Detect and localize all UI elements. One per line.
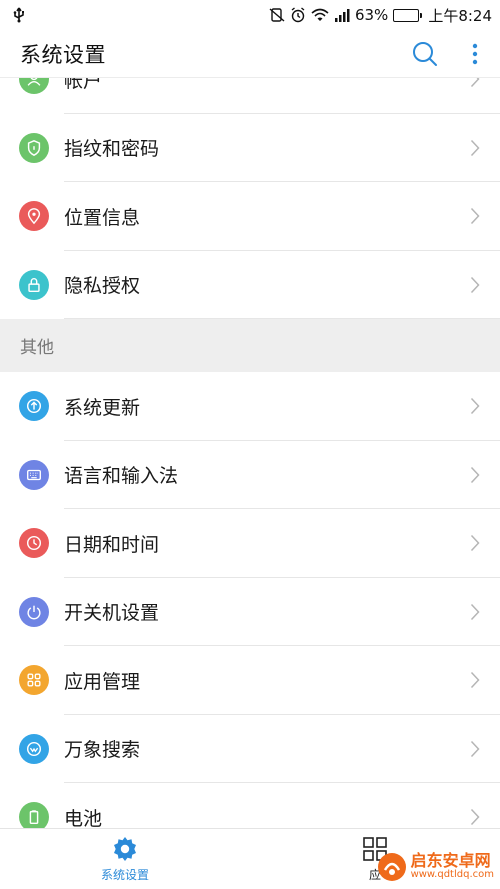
- chevron-right-icon: [470, 139, 480, 156]
- tab-system-settings[interactable]: 系统设置: [0, 829, 250, 889]
- chevron-right-icon: [470, 603, 480, 620]
- wifi-icon: [311, 8, 329, 22]
- clock-icon: [19, 528, 49, 559]
- chevron-right-icon: [470, 276, 480, 293]
- power-icon: [19, 596, 49, 627]
- settings-item-label: 日期和时间: [64, 533, 160, 556]
- settings-item-shield[interactable]: 指纹和密码: [0, 113, 500, 182]
- settings-item-clock[interactable]: 日期和时间: [0, 509, 500, 578]
- settings-item-label: 应用管理: [64, 670, 141, 693]
- watermark: 启东安卓网 www.qdtldq.com: [377, 852, 494, 882]
- settings-item-label: 指纹和密码: [64, 138, 160, 161]
- settings-item-label: 开关机设置: [64, 602, 160, 625]
- settings-item-search[interactable]: 万象搜索: [0, 714, 500, 783]
- settings-item-apps[interactable]: 应用管理: [0, 646, 500, 715]
- settings-item-power[interactable]: 开关机设置: [0, 577, 500, 646]
- settings-item-label: 位置信息: [64, 206, 141, 229]
- watermark-logo-icon: [377, 853, 406, 881]
- settings-item-battery[interactable]: 电池: [0, 783, 500, 828]
- keyboard-icon: [19, 459, 49, 490]
- tab-label: 系统设置: [100, 867, 149, 882]
- more-options-button[interactable]: [450, 30, 500, 78]
- search-icon: [413, 41, 437, 66]
- app-bar: 系统设置: [0, 30, 500, 78]
- battery-percent: 63%: [354, 6, 389, 24]
- settings-item-label: 隐私授权: [64, 275, 141, 298]
- search-button[interactable]: [400, 30, 450, 78]
- settings-list: 帐户指纹和密码位置信息隐私授权其他系统更新语言和输入法 日期和时间开关机设置应用管…: [0, 78, 500, 828]
- watermark-url: www.qdtldq.com: [410, 869, 494, 881]
- chevron-right-icon: [470, 466, 480, 483]
- alarm-icon: [290, 7, 306, 23]
- location-icon: [19, 201, 49, 232]
- chevron-right-icon: [470, 535, 480, 552]
- settings-item-label: 电池: [64, 807, 103, 828]
- chevron-right-icon: [470, 809, 480, 826]
- chevron-right-icon: [470, 398, 480, 415]
- chevron-right-icon: [470, 672, 480, 689]
- settings-item-location[interactable]: 位置信息: [0, 182, 500, 251]
- settings-item-label: 帐户: [64, 78, 103, 92]
- settings-scroll-area[interactable]: 帐户指纹和密码位置信息隐私授权其他系统更新语言和输入法 日期和时间开关机设置应用管…: [0, 78, 500, 828]
- chevron-right-icon: [470, 78, 480, 88]
- account-icon: [19, 78, 49, 95]
- apps-icon: [19, 665, 49, 696]
- divider: [64, 318, 500, 319]
- settings-item-lock[interactable]: 隐私授权: [0, 250, 500, 319]
- chevron-right-icon: [470, 740, 480, 757]
- search-icon: [19, 733, 49, 764]
- gear-icon: [114, 836, 136, 861]
- usb-icon: [12, 7, 26, 23]
- settings-item-account[interactable]: 帐户: [0, 78, 500, 114]
- signal-icon: [334, 8, 350, 22]
- more-vert-icon: [472, 43, 478, 64]
- battery-icon: [19, 802, 49, 828]
- battery-icon: [393, 8, 423, 22]
- settings-item-label: 语言和输入法: [64, 465, 179, 488]
- clock-time: 上午8:24: [428, 6, 492, 25]
- settings-item-keyboard[interactable]: 语言和输入法: [0, 440, 500, 509]
- mute-icon: [269, 7, 285, 23]
- settings-item-label: 万象搜索: [64, 739, 141, 762]
- section-header: 其他: [0, 319, 500, 372]
- status-bar: 63% 上午8:24: [0, 0, 500, 30]
- watermark-title: 启东安卓网: [410, 851, 491, 871]
- lock-icon: [19, 269, 49, 300]
- page-title: 系统设置: [20, 42, 106, 67]
- update-icon: [19, 391, 49, 422]
- shield-icon: [19, 132, 49, 163]
- settings-item-label: 系统更新: [64, 396, 141, 419]
- chevron-right-icon: [470, 208, 480, 225]
- settings-item-update[interactable]: 系统更新: [0, 372, 500, 441]
